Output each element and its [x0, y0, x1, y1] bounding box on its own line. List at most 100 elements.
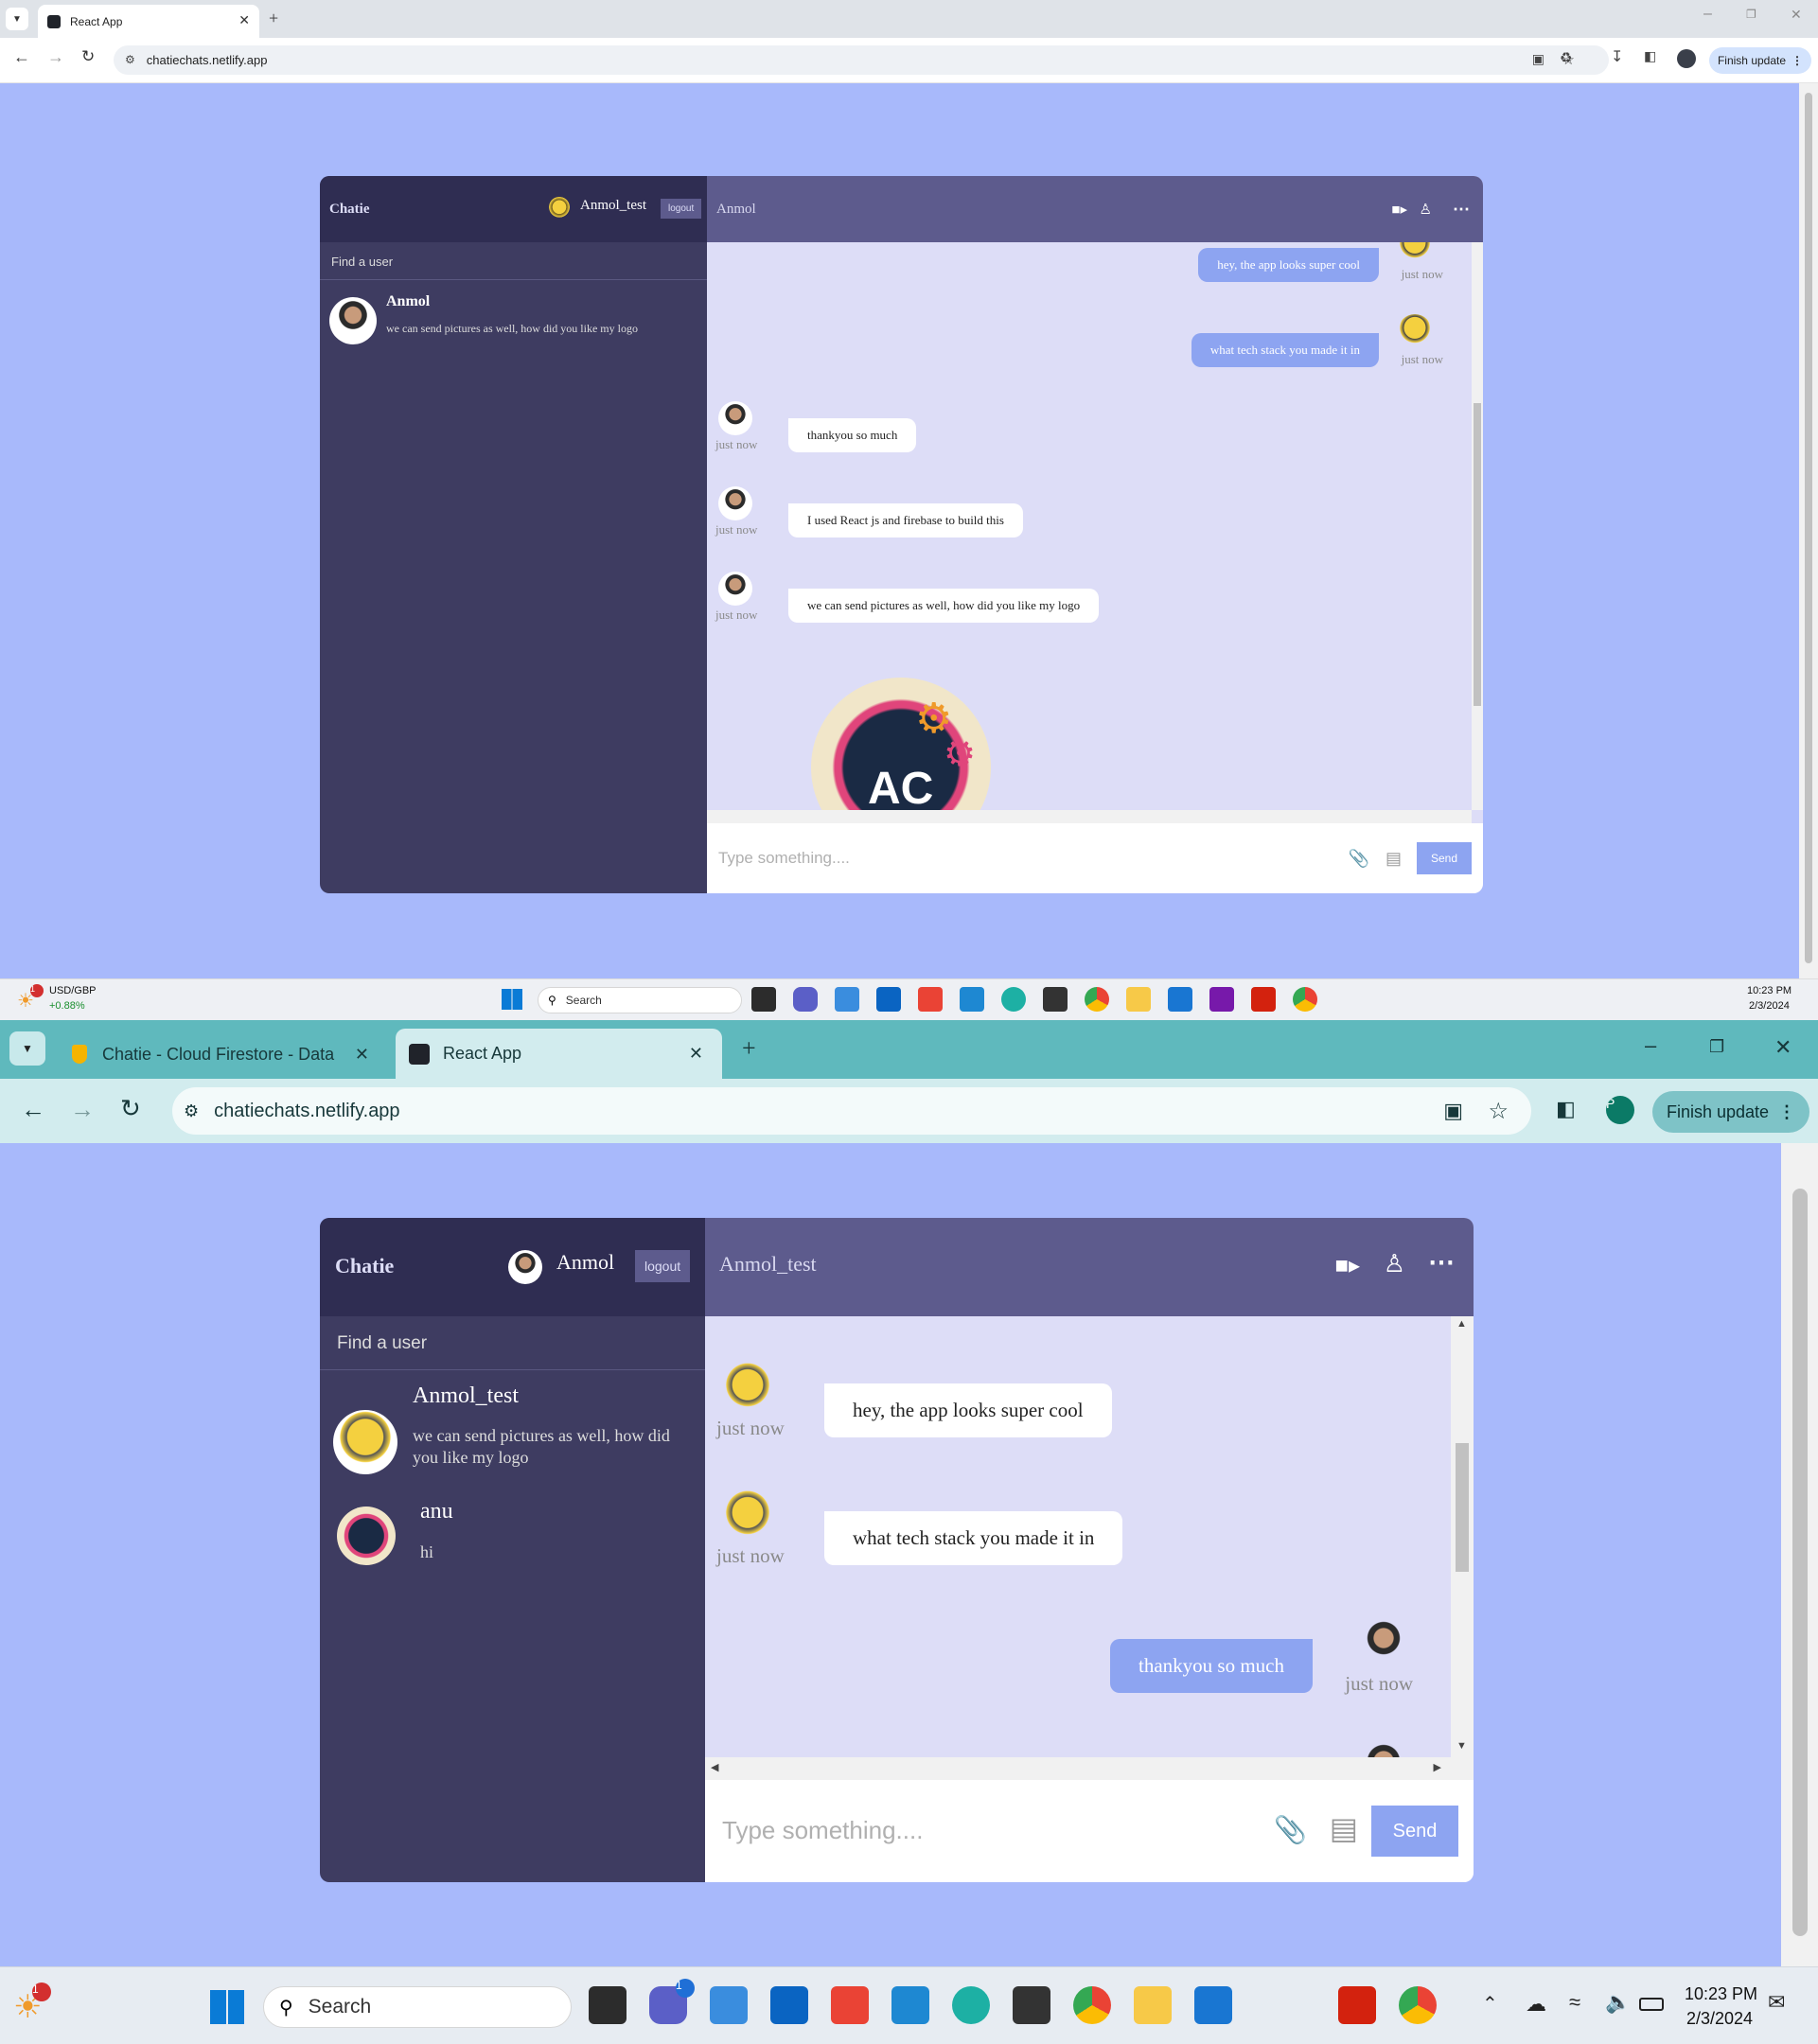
battery-icon[interactable] [1639, 1998, 1664, 2011]
restore-icon[interactable]: ❐ [1746, 8, 1756, 21]
wifi-icon[interactable]: ≈ [1569, 1990, 1580, 2015]
windows-start-icon[interactable] [502, 989, 522, 1010]
chrome-profile-icon[interactable] [1399, 1986, 1437, 2024]
back-icon[interactable]: ← [21, 1096, 45, 1124]
logout-button[interactable]: logout [635, 1250, 691, 1282]
attach-icon[interactable]: 📎 [1274, 1814, 1307, 1846]
search-user-input[interactable]: Find a user [337, 1333, 427, 1354]
acrobat-icon[interactable] [1338, 1986, 1376, 2024]
top-url-field[interactable]: ⚙ chatiechats.netlify.app ▣ ☆ [114, 45, 1609, 75]
install-icon[interactable]: ▣ [1532, 52, 1544, 68]
reload-icon[interactable]: ↻ [81, 47, 95, 66]
close-icon[interactable]: ✕ [238, 13, 250, 29]
site-info-icon[interactable]: ⚙ [125, 53, 135, 67]
star-icon[interactable]: ☆ [1488, 1098, 1509, 1125]
chrome-profile-icon[interactable] [1293, 987, 1317, 1012]
tab-react-app[interactable]: React App ✕ [38, 5, 259, 38]
send-button[interactable]: Send [1371, 1806, 1458, 1857]
image-icon[interactable]: ▤ [1386, 849, 1402, 869]
windows-start-icon[interactable] [210, 1990, 244, 2024]
terminal-icon[interactable] [1043, 987, 1068, 1012]
terminal-icon[interactable] [1013, 1986, 1050, 2024]
top-page-scrollbar[interactable] [1799, 83, 1818, 978]
image-icon[interactable]: ▤ [1330, 1810, 1358, 1846]
extensions-icon[interactable]: ♻ [1560, 49, 1572, 67]
scroll-left-icon[interactable]: ◀ [711, 1761, 718, 1773]
tab-list-button[interactable]: ▼ [9, 1031, 45, 1066]
logout-button[interactable]: logout [661, 199, 702, 219]
notification-icon[interactable]: ✉ [1768, 1990, 1785, 2015]
taskbar-search-box[interactable]: ⚲ Search [263, 1986, 572, 2028]
minimize-icon[interactable]: – [1645, 1033, 1656, 1058]
calendar-icon[interactable] [1194, 1986, 1232, 2024]
close-icon[interactable]: ✕ [689, 1044, 703, 1064]
send-button[interactable]: Send [1417, 842, 1472, 874]
scroll-up-icon[interactable]: ▲ [1456, 1318, 1467, 1330]
install-icon[interactable]: ▣ [1443, 1099, 1463, 1123]
new-tab-icon[interactable]: + [269, 9, 278, 28]
calendar-icon[interactable] [1168, 987, 1192, 1012]
file-explorer-icon[interactable] [1126, 987, 1151, 1012]
chevron-up-icon[interactable]: ⌃ [1482, 1992, 1498, 2016]
profile-avatar[interactable] [1677, 49, 1696, 68]
file-explorer-icon[interactable] [1134, 1986, 1172, 2024]
edge-icon[interactable] [1001, 987, 1026, 1012]
finish-update-button[interactable]: Finish update ⋮ [1709, 47, 1811, 74]
scroll-down-icon[interactable]: ▼ [1456, 1740, 1467, 1752]
attach-icon[interactable]: 📎 [1349, 849, 1369, 869]
video-icon[interactable]: ■▸ [1391, 201, 1407, 219]
volume-icon[interactable]: 🔈 [1605, 1990, 1631, 2015]
add-user-icon[interactable]: ♙ [1384, 1250, 1405, 1278]
user-chat-item[interactable]: Anmol we can send pictures as well, how … [320, 280, 707, 356]
teams-icon[interactable]: 1 [649, 1979, 695, 2024]
profile-avatar[interactable]: P [1606, 1096, 1634, 1124]
tab-firestore[interactable]: Chatie - Cloud Firestore - Data ✕ [66, 1037, 379, 1071]
notepad-icon[interactable] [835, 987, 859, 1012]
taskbar-search-box[interactable]: ⚲ Search [538, 987, 742, 1013]
chrome-icon[interactable] [1085, 987, 1109, 1012]
outlook-icon[interactable] [770, 1986, 808, 2024]
messages-hscrollbar[interactable]: ◀ ▶ [705, 1757, 1474, 1780]
gmail-icon[interactable] [831, 1986, 869, 2024]
messages-vscrollbar[interactable]: ▲ ▼ [1451, 1316, 1474, 1757]
scroll-right-icon[interactable]: ▶ [1434, 1761, 1441, 1773]
gmail-icon[interactable] [918, 987, 943, 1012]
search-user-input[interactable]: Find a user [331, 255, 393, 269]
sidepanel-icon[interactable]: ◧ [1644, 49, 1656, 65]
edge-icon[interactable] [952, 1986, 990, 2024]
add-user-icon[interactable]: ♙ [1420, 201, 1432, 219]
messages-vscrollbar[interactable] [1472, 242, 1483, 810]
notepad-icon[interactable] [710, 1986, 748, 2024]
video-icon[interactable]: ■▸ [1334, 1252, 1360, 1279]
message-input[interactable]: Type something.... [722, 1816, 923, 1845]
task-view-icon[interactable] [589, 1986, 627, 2024]
onedrive-icon[interactable]: ☁ [1526, 1992, 1546, 2017]
restore-icon[interactable]: ❐ [1709, 1037, 1724, 1057]
outlook-icon[interactable] [876, 987, 901, 1012]
acrobat-icon[interactable] [1251, 987, 1276, 1012]
vscode-icon[interactable] [960, 987, 984, 1012]
sidepanel-icon[interactable]: ◧ [1556, 1097, 1576, 1121]
minimize-icon[interactable]: – [1703, 6, 1712, 23]
more-icon[interactable]: ⋯ [1453, 200, 1470, 220]
download-icon[interactable]: ↧ [1611, 47, 1623, 66]
reload-icon[interactable]: ↻ [120, 1095, 141, 1123]
site-info-icon[interactable]: ⚙ [184, 1101, 199, 1121]
user-chat-item[interactable]: Anmol_test we can send pictures as well,… [320, 1370, 705, 1489]
vscode-icon[interactable] [891, 1986, 929, 2024]
message-input[interactable]: Type something.... [718, 849, 850, 868]
new-tab-icon[interactable]: + [742, 1034, 756, 1063]
close-window-icon[interactable]: ✕ [1791, 7, 1802, 23]
user-chat-item[interactable]: anu hi [320, 1489, 705, 1584]
teams-icon[interactable] [793, 987, 818, 1012]
onenote-icon[interactable] [1209, 987, 1234, 1012]
forward-icon[interactable]: → [70, 1096, 95, 1124]
close-icon[interactable]: ✕ [355, 1045, 369, 1065]
more-icon[interactable]: ⋯ [1428, 1246, 1455, 1278]
messages-hscrollbar[interactable] [707, 810, 1472, 823]
tab-react-app[interactable]: React App ✕ [396, 1029, 722, 1079]
forward-icon[interactable]: → [47, 47, 64, 67]
back-icon[interactable]: ← [13, 47, 30, 67]
close-window-icon[interactable]: ✕ [1774, 1035, 1792, 1060]
chrome-icon[interactable] [1073, 1986, 1111, 2024]
